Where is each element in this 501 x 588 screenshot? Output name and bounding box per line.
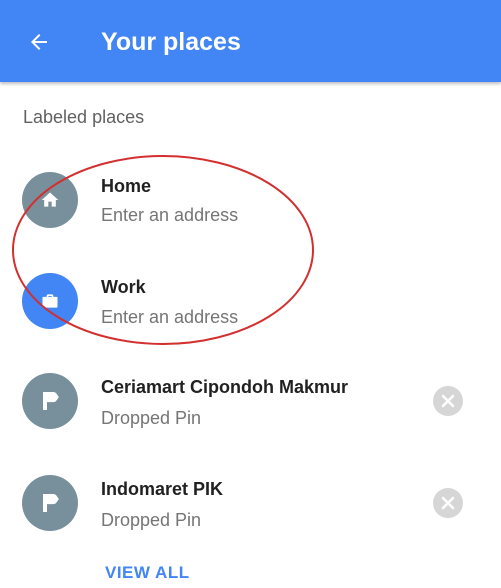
flag-pin-icon [43,494,59,512]
place-title: Ceriamart Cipondoh Makmur [101,377,349,397]
place-subtitle: Dropped Pin [101,510,202,530]
remove-circle-icon [441,496,455,510]
place-subtitle: Enter an address [101,307,239,327]
home-icon [41,192,59,207]
place-subtitle: Enter an address [101,205,239,225]
place-subtitle: Dropped Pin [101,408,202,428]
section-header-labeled-places: Labeled places [23,107,145,127]
remove-circle-icon [441,394,455,408]
pin-avatar [22,373,78,429]
view-all-link[interactable]: VIEW ALL [105,562,190,584]
work-avatar [22,273,78,329]
briefcase-icon [42,294,58,308]
page-title: Your places [101,28,241,56]
list-item-dropped-pin[interactable]: Ceriamart Cipondoh Makmur Dropped Pin [0,362,501,452]
place-title: Work [101,277,146,297]
list-item-dropped-pin[interactable]: Indomaret PIK Dropped Pin [0,464,501,554]
place-title: Home [101,176,152,196]
remove-place-button[interactable] [433,386,463,416]
home-avatar [22,172,78,228]
app-bar: Your places [0,0,501,82]
remove-place-button[interactable] [433,488,463,518]
place-title: Indomaret PIK [101,479,224,499]
pin-avatar [22,475,78,531]
back-button[interactable] [22,25,56,59]
flag-pin-icon [43,392,59,410]
arrow-back-icon [31,34,47,50]
labeled-place-home[interactable]: Home Enter an address [0,160,501,250]
labeled-place-work[interactable]: Work Enter an address [0,261,501,351]
